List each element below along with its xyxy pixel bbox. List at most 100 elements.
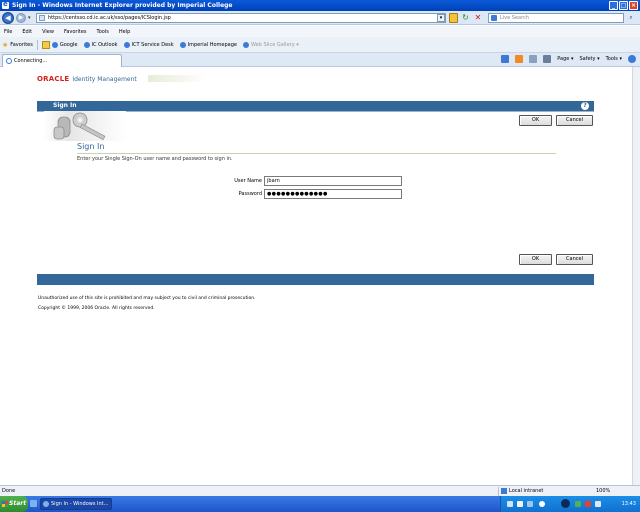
address-dropdown-icon[interactable]: ▾ xyxy=(437,14,445,22)
footer-band xyxy=(37,274,594,285)
zoom-level[interactable]: 100% xyxy=(596,488,610,494)
search-go-icon[interactable]: ⌕ xyxy=(626,14,636,22)
forward-button[interactable]: ▶ xyxy=(16,13,26,23)
taskbar: Start Sign In - Windows Int... 13:43 xyxy=(0,496,640,512)
oracle-logo: ORACLE Identity Management xyxy=(37,75,137,83)
live-search-icon xyxy=(491,15,497,21)
window-controls: _ □ × xyxy=(609,1,638,10)
favorite-label: Google xyxy=(59,41,78,48)
help-icon[interactable]: ? xyxy=(581,102,589,110)
back-button[interactable]: ◀ xyxy=(2,12,14,24)
address-bar[interactable]: https://centsso.cd.ic.ac.uk/sso/pages/IC… xyxy=(36,13,446,23)
band-title: Sign In xyxy=(53,102,77,109)
tab-connecting[interactable]: Connecting... xyxy=(2,54,122,67)
window-title-bar: Sign In - Windows Internet Explorer prov… xyxy=(0,0,640,11)
history-dropdown-icon[interactable]: ▾ xyxy=(28,15,31,21)
username-label: User Name xyxy=(234,178,262,184)
status-bar: Done Local intranet 100% xyxy=(0,485,640,496)
ie-page-icon xyxy=(243,41,249,48)
password-field[interactable]: ●●●●●●●●●●●●● xyxy=(264,189,402,199)
favorite-label: ICT Service Desk xyxy=(131,41,174,48)
menu-tools[interactable]: Tools xyxy=(97,29,109,35)
tray-alert-icon[interactable] xyxy=(585,501,591,507)
stop-icon[interactable]: ✕ xyxy=(473,13,483,23)
loading-icon xyxy=(6,58,12,64)
tray-network-icon[interactable] xyxy=(507,501,513,507)
menu-favorites[interactable]: Favorites xyxy=(64,29,87,35)
legal-notice: Unauthorized use of this site is prohibi… xyxy=(38,296,256,301)
tools-menu[interactable]: Tools ▾ xyxy=(606,56,622,62)
password-label: Password xyxy=(238,191,262,197)
tray-shield-icon[interactable] xyxy=(561,499,570,508)
favorite-ic-outlook[interactable]: IC Outlook xyxy=(83,41,118,48)
lock-icon[interactable] xyxy=(449,13,458,23)
menu-help[interactable]: Help xyxy=(119,29,130,35)
favorite-label: IC Outlook xyxy=(91,41,118,48)
system-tray: 13:43 xyxy=(500,496,640,512)
ie-page-icon xyxy=(179,41,186,48)
username-field[interactable]: jbarn xyxy=(264,176,402,186)
menu-edit[interactable]: Edit xyxy=(22,29,32,35)
favorite-ict-service-desk[interactable]: ICT Service Desk xyxy=(123,41,174,48)
intranet-icon xyxy=(501,488,507,494)
ok-button-top[interactable]: OK xyxy=(519,115,552,126)
start-button[interactable]: Start xyxy=(0,496,28,512)
favorite-label: Imperial Homepage xyxy=(187,41,237,48)
favorite-web-slice-gallery[interactable]: Web Slice Gallery ▾ xyxy=(243,41,299,48)
ie-page-icon xyxy=(123,41,130,48)
favorite-google[interactable]: Google xyxy=(51,41,78,48)
read-mail-icon[interactable] xyxy=(529,55,538,63)
feeds-icon[interactable] xyxy=(515,55,524,63)
search-placeholder: Live Search xyxy=(500,15,529,21)
add-favorite-icon[interactable] xyxy=(41,40,50,49)
signin-header-band: Sign In ? xyxy=(37,101,594,111)
keys-illustration-icon xyxy=(44,111,126,141)
maximize-button[interactable]: □ xyxy=(619,1,628,10)
home-icon[interactable] xyxy=(501,55,510,63)
quick-launch-ie-icon[interactable] xyxy=(30,500,37,507)
search-input[interactable]: Live Search xyxy=(488,13,624,23)
favorite-imperial-homepage[interactable]: Imperial Homepage xyxy=(179,41,237,48)
cancel-button-bottom[interactable]: Cancel xyxy=(556,254,593,265)
page-content: ORACLE Identity Management Sign In ? OK … xyxy=(0,67,632,485)
favorite-label: Web Slice Gallery ▾ xyxy=(251,41,299,48)
tray-app-icon[interactable] xyxy=(527,501,533,507)
section-rule xyxy=(77,153,556,154)
tray-display-icon[interactable] xyxy=(595,501,601,507)
refresh-icon[interactable]: ↻ xyxy=(461,13,470,23)
print-icon[interactable] xyxy=(543,55,552,63)
tray-update-icon[interactable] xyxy=(539,501,545,507)
taskbar-item-ie[interactable]: Sign In - Windows Int... xyxy=(40,498,112,510)
favorites-button[interactable]: Favorites xyxy=(10,42,33,48)
ie-page-icon xyxy=(83,41,90,48)
section-title: Sign In xyxy=(77,142,105,151)
clock: 13:43 xyxy=(621,501,636,507)
instruction-text: Enter your Single Sign-On user name and … xyxy=(77,156,233,162)
vertical-scrollbar[interactable] xyxy=(632,67,640,485)
close-button[interactable]: × xyxy=(629,1,638,10)
status-text: Done xyxy=(2,488,16,494)
command-bar: Page ▾ Safety ▾ Tools ▾ xyxy=(501,55,636,63)
page-menu[interactable]: Page ▾ xyxy=(557,56,573,62)
menu-file[interactable]: File xyxy=(4,29,12,35)
oracle-brand: ORACLE xyxy=(37,75,70,83)
help-menu-icon[interactable] xyxy=(628,55,636,63)
product-name: Identity Management xyxy=(72,76,137,83)
favorites-star-icon[interactable]: ★ xyxy=(2,41,8,49)
zone-label: Local intranet xyxy=(509,488,544,494)
tray-volume-icon[interactable] xyxy=(517,501,523,507)
tab-label: Connecting... xyxy=(14,58,48,64)
favorites-bar: ★ Favorites Google IC Outlook ICT Servic… xyxy=(0,37,640,53)
security-zone[interactable]: Local intranet xyxy=(498,487,558,496)
ok-button-bottom[interactable]: OK xyxy=(519,254,552,265)
tab-row: Connecting... Page ▾ Safety ▾ Tools ▾ xyxy=(0,53,640,67)
logo-gradient xyxy=(148,75,206,82)
cancel-button-top[interactable]: Cancel xyxy=(556,115,593,126)
menu-view[interactable]: View xyxy=(42,29,54,35)
address-url: https://centsso.cd.ic.ac.uk/sso/pages/IC… xyxy=(48,15,171,21)
tray-security-icon[interactable] xyxy=(575,501,581,507)
minimize-button[interactable]: _ xyxy=(609,1,618,10)
window-title: Sign In - Windows Internet Explorer prov… xyxy=(12,2,233,9)
safety-menu[interactable]: Safety ▾ xyxy=(579,56,599,62)
address-row: ◀ ▶ ▾ https://centsso.cd.ic.ac.uk/sso/pa… xyxy=(0,11,640,25)
